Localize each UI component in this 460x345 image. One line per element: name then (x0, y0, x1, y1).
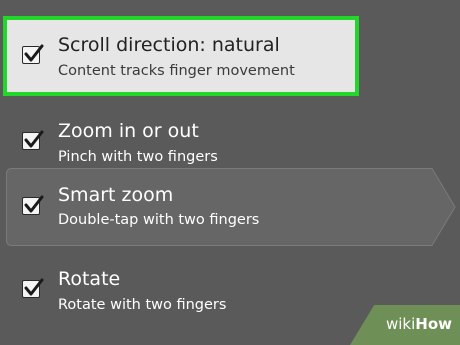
setting-subtitle: Double-tap with two fingers (58, 212, 260, 228)
selected-row-arrow-shape (6, 168, 456, 246)
checkmark-icon (24, 278, 44, 296)
watermark-text: wikiHow (385, 315, 452, 333)
checkmark-icon (24, 195, 44, 213)
checkbox-smart-zoom[interactable] (22, 195, 44, 215)
checkbox-rotate[interactable] (22, 278, 44, 298)
checkmark-icon (24, 44, 44, 62)
setting-subtitle: Pinch with two fingers (58, 149, 218, 165)
trackpad-settings-panel: Scroll direction: natural Content tracks… (0, 0, 460, 345)
setting-title: Rotate (58, 268, 121, 290)
checkmark-icon (24, 130, 44, 148)
checkbox-scroll-direction[interactable] (22, 44, 44, 64)
setting-subtitle: Rotate with two fingers (58, 297, 227, 313)
highlight-frame (3, 16, 359, 96)
setting-smart-zoom[interactable]: Smart zoom Double-tap with two fingers (0, 168, 460, 246)
setting-scroll-direction[interactable]: Scroll direction: natural Content tracks… (0, 16, 460, 96)
checkbox-zoom-in-out[interactable] (22, 130, 44, 150)
setting-title: Zoom in or out (58, 120, 199, 142)
setting-title: Scroll direction: natural (58, 34, 280, 56)
setting-subtitle: Content tracks finger movement (58, 63, 295, 79)
setting-title: Smart zoom (58, 184, 174, 206)
